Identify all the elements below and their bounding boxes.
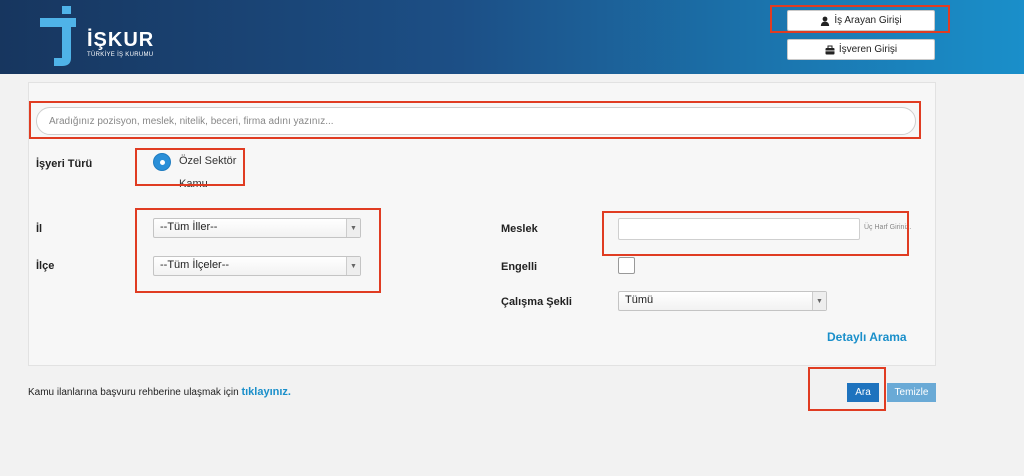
workplace-type-label: İşyeri Türü [36, 158, 93, 170]
calisma-sekli-select[interactable]: Tümü ▼ [618, 291, 827, 311]
detailed-search-link[interactable]: Detaylı Arama [827, 330, 907, 344]
meslek-label: Meslek [501, 223, 538, 235]
user-icon [821, 16, 830, 26]
il-selected-value: --Tüm İller-- [160, 221, 218, 233]
public-jobs-note: Kamu ilanlarına başvuru rehberine ulaşma… [28, 386, 291, 398]
clear-button[interactable]: Temizle [887, 383, 936, 402]
job-seeker-login-label: İş Arayan Girişi [834, 15, 902, 26]
ilce-select[interactable]: --Tüm İlçeler-- ▼ [153, 256, 361, 276]
public-jobs-note-text: Kamu ilanlarına başvuru rehberine ulaşma… [28, 387, 242, 398]
il-label: İl [36, 223, 43, 235]
site-header: İŞKUR TÜRKİYE İŞ KURUMU İş Arayan Girişi… [0, 0, 1024, 74]
job-seeker-login-button[interactable]: İş Arayan Girişi [787, 10, 935, 31]
il-select[interactable]: --Tüm İller-- ▼ [153, 218, 361, 238]
radio-ozel-sektor-label: Özel Sektör [179, 155, 237, 167]
engelli-checkbox[interactable] [618, 257, 635, 274]
iskur-logo[interactable]: İŞKUR TÜRKİYE İŞ KURUMU [40, 6, 170, 66]
briefcase-icon [825, 45, 835, 54]
brand-subtitle: TÜRKİYE İŞ KURUMU [87, 52, 154, 58]
ilce-label: İlçe [36, 260, 55, 272]
search-input[interactable] [36, 107, 916, 135]
radio-kamu-label[interactable]: Kamu [179, 178, 208, 190]
chevron-down-icon: ▼ [346, 257, 360, 275]
chevron-down-icon: ▼ [812, 292, 826, 310]
iskur-logo-mark-icon [40, 6, 76, 66]
employer-login-label: İşveren Girişi [838, 44, 898, 55]
brand-name: İŞKUR [87, 29, 155, 51]
calisma-sekli-label: Çalışma Şekli [501, 296, 572, 308]
chevron-down-icon: ▼ [346, 219, 360, 237]
employer-login-button[interactable]: İşveren Girişi [787, 39, 935, 60]
public-jobs-guide-link[interactable]: tıklayınız. [241, 386, 291, 398]
search-button[interactable]: Ara [847, 383, 879, 402]
ilce-selected-value: --Tüm İlçeler-- [160, 259, 230, 271]
radio-ozel-sektor[interactable] [153, 153, 171, 171]
meslek-hint: Üç Harf Giriniz. [864, 224, 912, 231]
meslek-input[interactable] [618, 218, 860, 240]
calisma-selected-value: Tümü [625, 294, 654, 306]
engelli-label: Engelli [501, 261, 538, 273]
